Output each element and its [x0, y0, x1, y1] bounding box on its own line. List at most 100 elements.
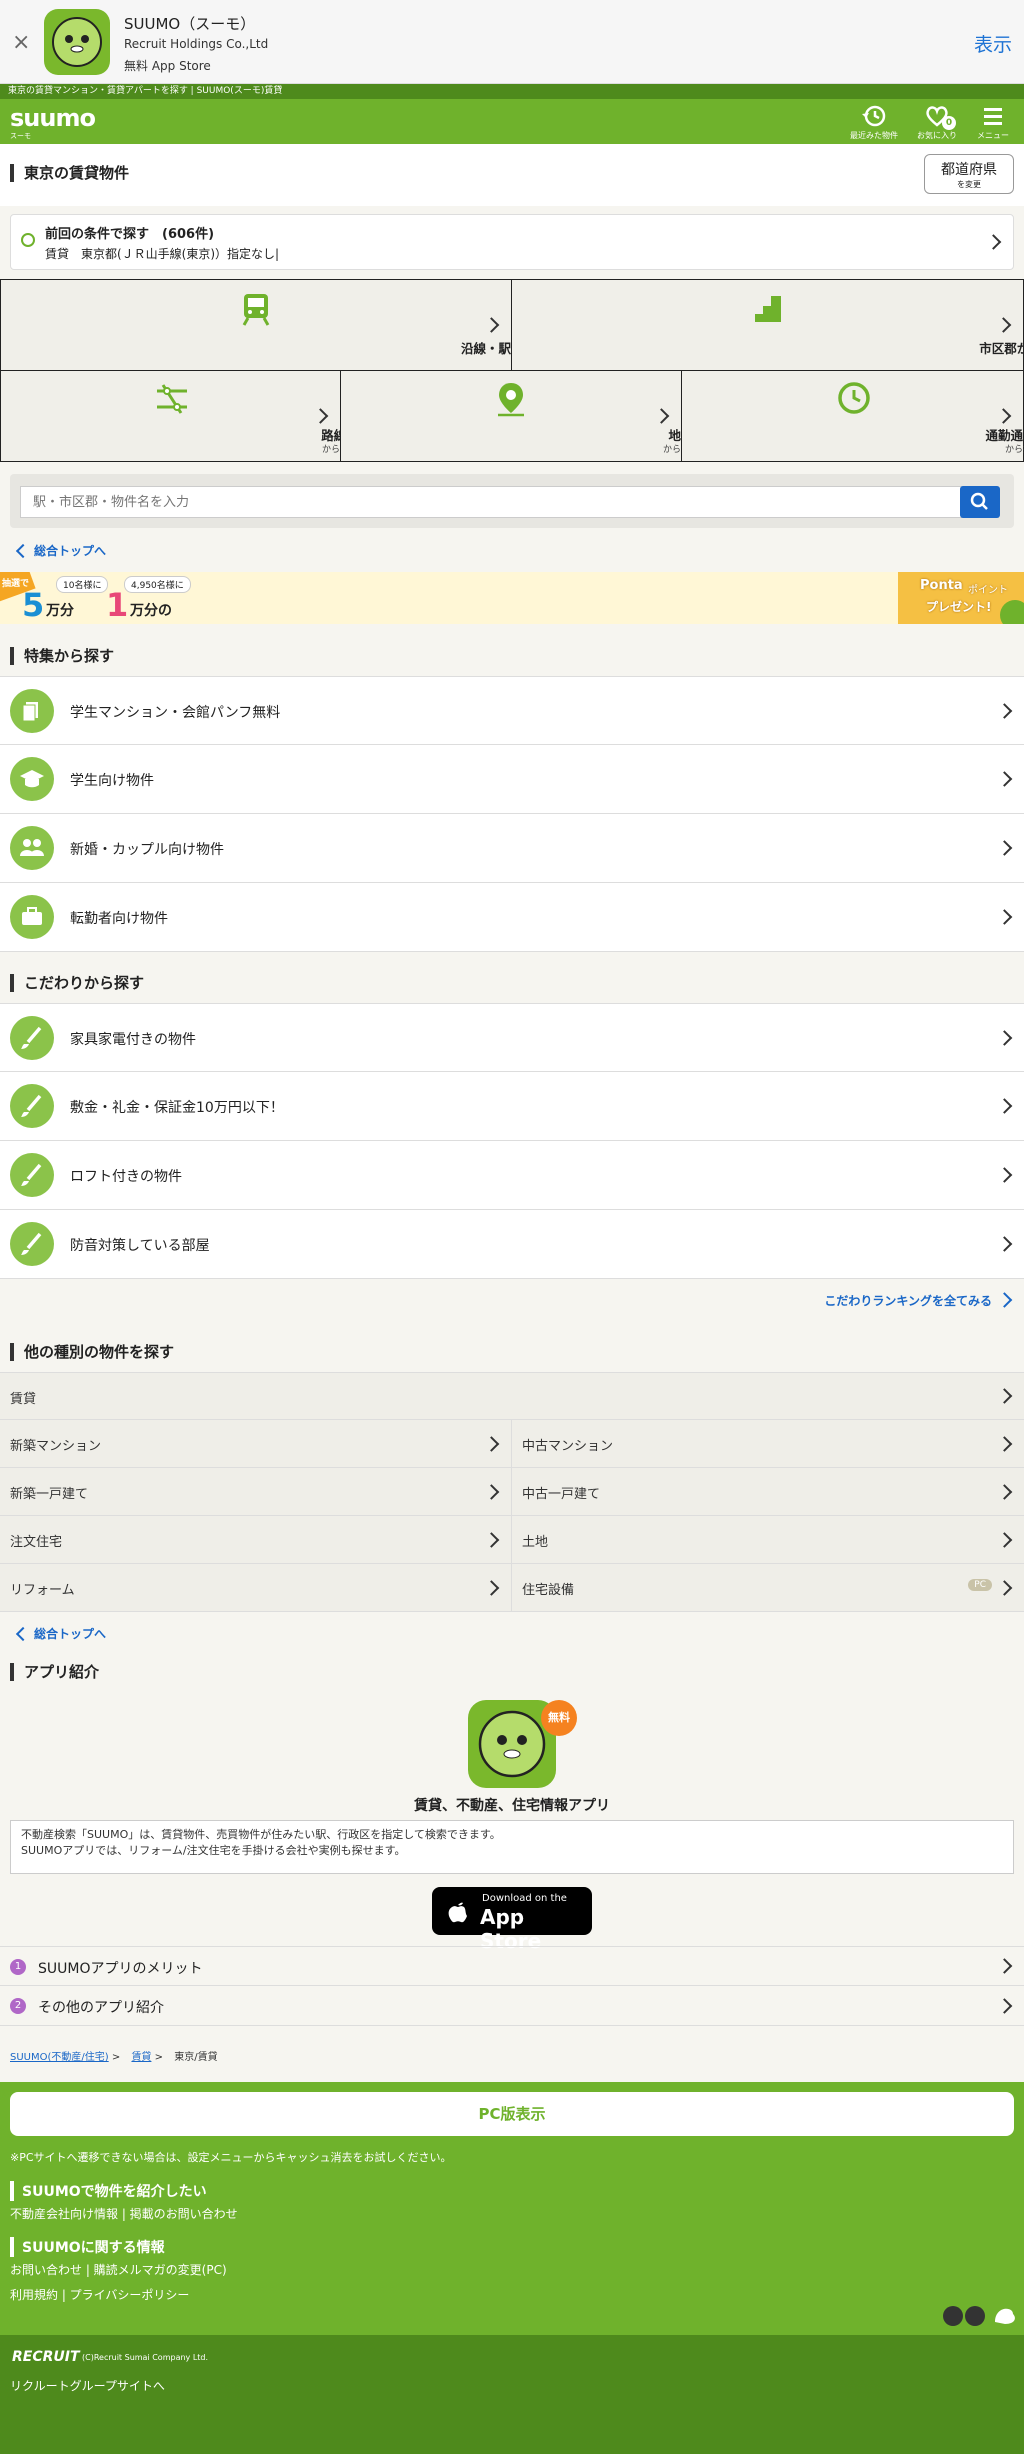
- clock-icon: [838, 382, 870, 414]
- pref-button-sub: を変更: [957, 180, 981, 189]
- other-types-heading: 他の種別の物件を探す: [10, 1343, 174, 1361]
- ranking-link-label: こだわりランキングを全てみる: [824, 1294, 992, 1308]
- menu-button[interactable]: メニュー: [965, 102, 1021, 142]
- briefcase-icon: [10, 895, 54, 939]
- couple-icon: [10, 826, 54, 870]
- feature-item-couple[interactable]: 新婚・カップル向け物件: [0, 814, 1024, 883]
- app-description: 不動産検索「SUUMO」は、賃貸物件、売買物件が住みたい駅、行政区を指定して検索…: [10, 1820, 1014, 1874]
- search-by-route-map[interactable]: 路線図 から探す: [0, 370, 359, 462]
- list-item-label: ロフト付きの物件: [70, 1169, 182, 1185]
- search-icon: [970, 492, 988, 510]
- chevron-right-icon: [996, 702, 1013, 719]
- recruit-group-link[interactable]: リクルートグループサイトへ: [10, 2377, 165, 2394]
- change-prefecture-button[interactable]: 都道府県 を変更: [924, 154, 1014, 194]
- promo-point: ポイント: [968, 585, 1008, 596]
- commute-sub: から探す: [1004, 445, 1024, 455]
- pref-button-label: 都道府県: [941, 162, 997, 178]
- area-icon: [755, 296, 781, 322]
- chevron-right-icon: [996, 771, 1013, 787]
- app-desc-line1: 不動産検索「SUUMO」は、賃貸物件、売買物件が住みたい駅、行政区を指定して検索…: [21, 1828, 501, 1841]
- chevron-right-icon: [996, 909, 1013, 925]
- footer-sec2-title: SUUMOに関する情報: [10, 2237, 165, 2257]
- type-label: 新築一戸建て: [10, 1487, 89, 1502]
- kodawari-item-soundproof[interactable]: 防音対策している部屋: [0, 1210, 1024, 1279]
- kodawari-item-deposit[interactable]: 敷金・礼金・保証金10万円以下！: [0, 1072, 1024, 1141]
- favorites-button[interactable]: 0 お気に入り: [909, 102, 965, 142]
- footer-sec2-links2[interactable]: 利用規約 | プライバシーポリシー: [10, 2286, 189, 2303]
- other-apps-link[interactable]: 2 その他のアプリ紹介: [0, 1986, 1024, 2026]
- feature-item-student[interactable]: 学生向け物件: [0, 745, 1024, 814]
- back-to-top-link[interactable]: 総合トップへ: [14, 542, 106, 559]
- search-by-commute-time[interactable]: 通勤通学時間 から探す: [681, 370, 1024, 462]
- ponta-area: Ponta ポイント プレゼント!: [898, 572, 1024, 624]
- breadcrumb-home[interactable]: SUUMO(不動産/住宅): [10, 2052, 109, 2063]
- copyright-text: (C)Recruit Sumai Company Ltd.: [82, 2353, 209, 2362]
- breadcrumb-rental[interactable]: 賃貸: [131, 2052, 151, 2063]
- prev-cond-title: 前回の条件で探す (606件): [45, 227, 215, 242]
- type-custom-house[interactable]: 注文住宅: [0, 1516, 512, 1564]
- chevron-right-icon: [312, 408, 329, 424]
- chevron-right-icon: [996, 1029, 1013, 1046]
- graduation-cap-icon: [10, 757, 54, 801]
- page-title: 東京の賃貸物件: [10, 164, 129, 182]
- app-publisher: Recruit Holdings Co.,Ltd: [124, 37, 269, 51]
- previous-conditions-card[interactable]: 前回の条件で探す (606件) 賃貸 東京都(ＪＲ山手線(東京)）指定なし|: [10, 214, 1014, 270]
- suumo-app-icon[interactable]: [44, 9, 110, 75]
- promo-unit1: 万分: [46, 603, 74, 619]
- search-button[interactable]: [960, 486, 1000, 518]
- search-icon: [21, 233, 35, 247]
- favorites-label: お気に入り: [917, 131, 957, 140]
- menu-icon: [984, 108, 1002, 125]
- type-used-mansion[interactable]: 中古マンション: [512, 1420, 1024, 1468]
- ponta-promo-banner[interactable]: 抽選で 10名様に 5 万分 4,950名様に 1 万分の Ponta ポイント…: [0, 572, 1024, 624]
- kodawari-item-loft[interactable]: ロフト付きの物件: [0, 1141, 1024, 1210]
- chevron-right-icon: [996, 1167, 1013, 1183]
- kodawari-item-furniture[interactable]: 家具家電付きの物件: [0, 1003, 1024, 1072]
- feature-item-transfer[interactable]: 転勤者向け物件: [0, 883, 1024, 952]
- top-breadcrumb-strip: 東京の賃貸マンション・賃貸アパートを探す | SUUMO(スーモ)賃貸: [0, 84, 1024, 99]
- recent-viewed-button[interactable]: 最近みた物件: [846, 102, 902, 142]
- suumo-logo[interactable]: suumo: [10, 104, 96, 132]
- type-housing-equipment[interactable]: 住宅設備 PC: [512, 1564, 1024, 1612]
- list-item-label: 家具家電付きの物件: [70, 1032, 196, 1048]
- cache-note: ※PCサイトへ遷移できない場合は、設定メニューからキャッシュ消去をお試しください…: [10, 2151, 452, 2164]
- kodawari-heading: こだわりから探す: [10, 974, 144, 992]
- back-to-top-link-2[interactable]: 総合トップへ: [14, 1625, 106, 1642]
- footer-sec2-links1[interactable]: お問い合わせ | 購読メルマガの変更(PC): [10, 2261, 227, 2278]
- prev-cond-detail: 賃貸 東京都(ＪＲ山手線(東京)）指定なし|: [45, 247, 280, 261]
- type-rental[interactable]: 賃貸: [0, 1372, 1024, 1420]
- brush-icon: [10, 1222, 54, 1266]
- pc-view-button[interactable]: PC版表示: [10, 2092, 1014, 2136]
- app-intro-heading: アプリ紹介: [10, 1663, 99, 1681]
- search-by-map[interactable]: 地図 から探す: [340, 370, 699, 462]
- search-by-city-label: 市区郡から探す: [979, 341, 1024, 356]
- chevron-right-icon: [996, 1958, 1013, 1974]
- chevron-right-icon: [996, 1435, 1013, 1452]
- menu-label: メニュー: [977, 131, 1009, 140]
- footer-sec1-links[interactable]: 不動産会社向け情報 | 掲載のお問い合わせ: [10, 2205, 238, 2222]
- type-reform[interactable]: リフォーム: [0, 1564, 512, 1612]
- chevron-right-icon: [483, 317, 500, 333]
- type-label: 賃貸: [10, 1392, 37, 1407]
- search-input[interactable]: [20, 486, 970, 518]
- search-by-line-station[interactable]: 沿線・駅から探す: [0, 279, 561, 371]
- search-by-city[interactable]: 市区郡から探す: [511, 279, 1024, 371]
- type-label: 注文住宅: [10, 1535, 63, 1550]
- route-map-icon: [157, 384, 187, 414]
- list-item-label: 防音対策している部屋: [70, 1238, 210, 1254]
- copyright-bar: RECRUIT (C)Recruit Sumai Company Ltd. リク…: [0, 2335, 1024, 2454]
- chevron-right-icon: [996, 1388, 1013, 1404]
- number-badge: 1: [10, 1959, 26, 1975]
- type-new-house[interactable]: 新築一戸建て: [0, 1468, 512, 1516]
- kodawari-ranking-link[interactable]: こだわりランキングを全てみる: [794, 1290, 1014, 1310]
- brush-icon: [10, 1016, 54, 1060]
- close-banner-button[interactable]: ×: [12, 30, 30, 55]
- type-new-mansion[interactable]: 新築マンション: [0, 1420, 512, 1468]
- open-app-button[interactable]: 表示: [974, 30, 1012, 57]
- type-used-house[interactable]: 中古一戸建て: [512, 1468, 1024, 1516]
- type-land[interactable]: 土地: [512, 1516, 1024, 1564]
- app-merit-link[interactable]: 1 SUUMOアプリのメリット: [0, 1946, 1024, 1986]
- list-item-label: 新婚・カップル向け物件: [70, 842, 224, 858]
- app-store-button[interactable]: Download on the App Store: [432, 1887, 592, 1953]
- feature-item-student-pamphlet[interactable]: 学生マンション・会館パンフ無料: [0, 676, 1024, 745]
